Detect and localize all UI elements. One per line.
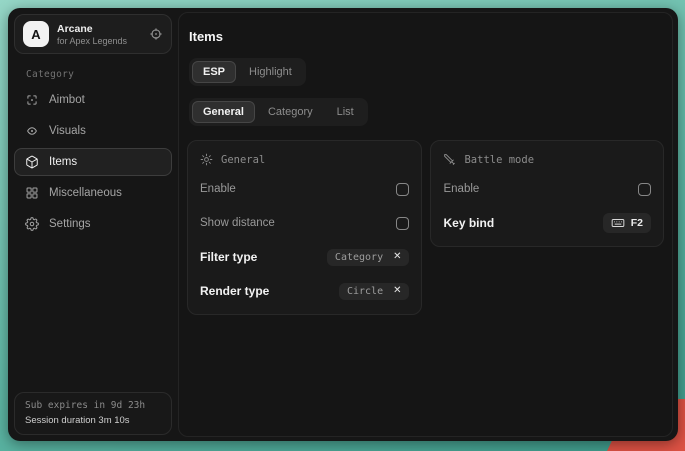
checkbox-enable[interactable]	[638, 183, 651, 196]
checkbox-enable[interactable]	[396, 183, 409, 196]
session-duration-text: Session duration 3m 10s	[25, 415, 161, 426]
sidebar-item-aimbot[interactable]: Aimbot	[14, 86, 172, 114]
main-panel: Items ESPHighlight GeneralCategoryList G…	[178, 12, 673, 437]
close-icon[interactable]: ✕	[393, 252, 401, 262]
sidebar-item-items[interactable]: Items	[14, 148, 172, 176]
sidebar-item-label: Items	[49, 156, 77, 168]
panel-header: Battle mode	[431, 145, 663, 172]
close-icon[interactable]: ✕	[393, 286, 401, 296]
panel-general: General Enable Show distance Filter type Cat…	[187, 140, 422, 315]
sword-icon	[443, 153, 456, 166]
subtab-general[interactable]: General	[192, 101, 255, 123]
sub-expiry-text: Sub expires in 9d 23h	[25, 400, 161, 411]
select-filter-type[interactable]: Category ✕	[327, 249, 410, 266]
mode-tab-group: ESPHighlight	[189, 58, 306, 86]
keyboard-icon	[611, 216, 625, 230]
grid-icon	[25, 186, 39, 200]
crosshair-icon	[25, 93, 39, 107]
sidebar-item-miscellaneous[interactable]: Miscellaneous	[14, 179, 172, 207]
subtab-category[interactable]: Category	[257, 101, 324, 123]
keybind-button[interactable]: F2	[603, 213, 651, 233]
page-title: Items	[189, 29, 664, 44]
setting-label: Render type	[200, 284, 269, 298]
setting-row-enable: Enable	[188, 172, 421, 206]
setting-row-render-type: Render type Circle ✕	[188, 274, 421, 308]
setting-row-enable: Enable	[431, 172, 663, 206]
setting-label: Show distance	[200, 217, 275, 229]
app-meta: Arcane for Apex Legends	[57, 23, 127, 46]
gear-icon	[25, 217, 39, 231]
sidebar-section-label: Category	[26, 69, 168, 80]
select-value: Circle	[347, 286, 383, 297]
eye-scan-icon	[25, 124, 39, 138]
view-tab-group: GeneralCategoryList	[189, 98, 368, 126]
sun-icon	[200, 153, 213, 166]
tab-highlight[interactable]: Highlight	[238, 61, 303, 83]
setting-label: Enable	[200, 183, 236, 195]
sidebar-item-label: Settings	[49, 218, 91, 230]
setting-row-filter-type: Filter type Category ✕	[188, 240, 421, 274]
sidebar-item-label: Miscellaneous	[49, 187, 122, 199]
keybind-value: F2	[631, 217, 643, 229]
subtab-list[interactable]: List	[326, 101, 365, 123]
app-subtitle: for Apex Legends	[57, 36, 127, 46]
sidebar-item-label: Visuals	[49, 125, 86, 137]
select-value: Category	[335, 252, 383, 263]
sidebar-nav: Aimbot Visuals Items Miscellaneous Settings	[14, 86, 172, 238]
sidebar-item-label: Aimbot	[49, 94, 85, 106]
setting-row-show-distance: Show distance	[188, 206, 421, 240]
checkbox-show-distance[interactable]	[396, 217, 409, 230]
app-header-card: A Arcane for Apex Legends	[14, 14, 172, 54]
desktop-background: A Arcane for Apex Legends Category Aimbo…	[0, 0, 685, 451]
sidebar-item-visuals[interactable]: Visuals	[14, 117, 172, 145]
setting-label: Key bind	[443, 216, 494, 230]
subscription-card: Sub expires in 9d 23h Session duration 3…	[14, 392, 172, 435]
panel-battle-mode: Battle mode Enable Key bind F2	[430, 140, 664, 247]
setting-label: Enable	[443, 183, 479, 195]
select-render-type[interactable]: Circle ✕	[339, 283, 410, 300]
sidebar: A Arcane for Apex Legends Category Aimbo…	[8, 8, 178, 441]
app-logo: A	[23, 21, 49, 47]
app-name: Arcane	[57, 23, 127, 35]
panel-title: General	[221, 154, 265, 166]
app-window: A Arcane for Apex Legends Category Aimbo…	[8, 8, 678, 441]
setting-label: Filter type	[200, 250, 257, 264]
target-icon[interactable]	[149, 27, 163, 41]
setting-row-key-bind: Key bind F2	[431, 206, 663, 240]
sidebar-item-settings[interactable]: Settings	[14, 210, 172, 238]
settings-panels: General Enable Show distance Filter type Cat…	[187, 140, 664, 315]
tab-esp[interactable]: ESP	[192, 61, 236, 83]
panel-header: General	[188, 145, 421, 172]
box-icon	[25, 155, 39, 169]
panel-title: Battle mode	[464, 154, 534, 166]
